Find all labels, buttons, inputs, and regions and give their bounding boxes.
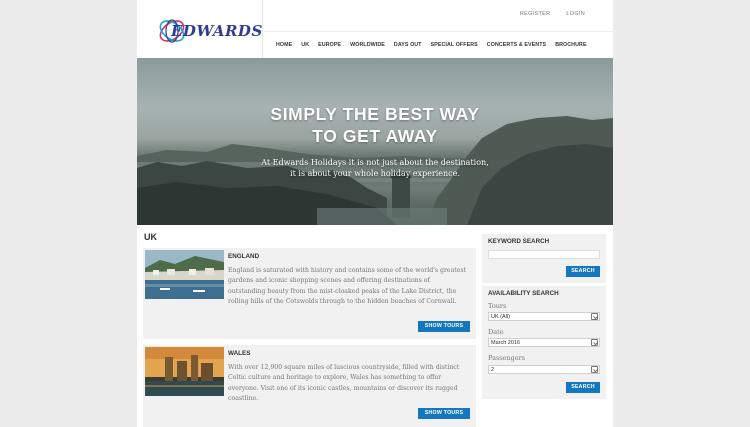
nav-special-offers[interactable]: SPECIAL OFFERS [431,42,478,48]
keyword-search-panel: KEYWORD SEARCH SEARCH [482,234,606,283]
wales-image[interactable] [145,347,224,396]
site-header: EDWARDS REGISTER LOGIN HOME UK EUROPE WO… [137,0,613,58]
keyword-search-button[interactable]: SEARCH [566,266,600,277]
main-nav: HOME UK EUROPE WORLDWIDE DAYS OUT SPECIA… [276,42,587,48]
passengers-value: 2 [491,367,495,373]
nav-europe[interactable]: EUROPE [318,42,341,48]
keyword-search-input[interactable] [488,250,600,259]
chevron-down-icon [591,366,598,373]
logo-text: EDWARDS [171,22,263,40]
login-link[interactable]: LOGIN [566,11,585,17]
nav-worldwide[interactable]: WORLDWIDE [350,42,385,48]
england-image[interactable] [145,250,224,299]
nav-uk[interactable]: UK [301,42,309,48]
chevron-down-icon [591,339,598,346]
nav-concerts-events[interactable]: CONCERTS & EVENTS [487,42,546,48]
card-title: ENGLAND [228,253,260,260]
tours-select[interactable]: UK (All) [488,312,600,321]
england-photo [145,250,224,299]
nav-home[interactable]: HOME [276,42,292,48]
logo[interactable]: EDWARDS [137,0,263,58]
utility-links: REGISTER LOGIN [520,11,585,17]
register-link[interactable]: REGISTER [520,11,551,17]
page: EDWARDS REGISTER LOGIN HOME UK EUROPE WO… [137,0,613,427]
card-description: With over 12,900 square miles of lusciou… [228,364,460,402]
nav-brochure[interactable]: BROCHURE [555,42,586,48]
tours-value: UK (All) [491,314,510,320]
header-divider [264,31,613,32]
hero-banner: SIMPLY THE BEST WAY TO GET AWAY At Edwar… [137,58,613,225]
wales-photo [145,347,224,396]
hero-title-line-1: SIMPLY THE BEST WAY [270,104,480,124]
show-tours-button-england[interactable]: SHOW TOURS [418,321,470,332]
section-title: UK [144,232,157,242]
availability-search-button[interactable]: SEARCH [566,382,600,393]
hero-subtitle: At Edwards Holidays it is not just about… [137,158,613,179]
hero-subtitle-line-1: At Edwards Holidays it is not just about… [261,158,489,167]
date-label: Date [488,328,504,336]
availability-search-title: AVAILABILITY SEARCH [488,290,559,297]
destination-card-england: ENGLAND England is saturated with histor… [143,248,476,339]
availability-search-panel: AVAILABILITY SEARCH Tours UK (All) Date … [482,286,606,399]
passengers-select[interactable]: 2 [488,365,600,374]
destination-card-wales: WALES With over 12,900 square miles of l… [143,345,476,427]
date-select[interactable]: March 2016 [488,338,600,347]
show-tours-button-wales[interactable]: SHOW TOURS [418,408,470,419]
keyword-search-title: KEYWORD SEARCH [488,238,550,245]
card-description: England is saturated with history and co… [228,267,467,305]
tours-label: Tours [488,302,507,310]
card-title: WALES [228,350,251,357]
passengers-label: Passengers [488,354,526,362]
hero-title-line-2: TO GET AWAY [312,126,438,146]
hero-title: SIMPLY THE BEST WAY TO GET AWAY [137,103,613,147]
nav-days-out[interactable]: DAYS OUT [394,42,422,48]
chevron-down-icon [591,313,598,320]
hero-subtitle-line-2: it is about your whole holiday experienc… [290,168,460,178]
date-value: March 2016 [491,340,521,346]
